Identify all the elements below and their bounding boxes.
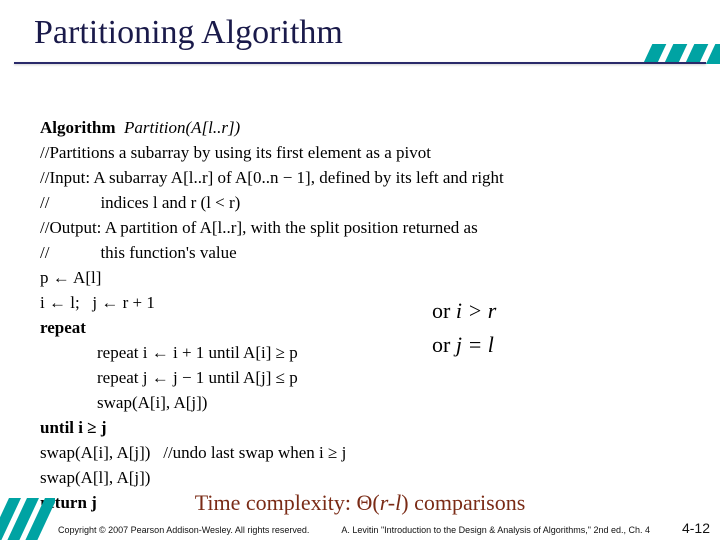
algo-line: //Partitions a subarray by using its fir… — [40, 143, 431, 162]
footer-citation: A. Levitin "Introduction to the Design &… — [309, 525, 682, 535]
algo-line: swap(A[l], A[j]) — [40, 468, 150, 487]
algo-line: //Output: A partition of A[l..r], with t… — [40, 218, 478, 237]
algo-signature: Algorithm Partition(A[l..r]) — [40, 118, 240, 137]
algo-line: // this function's value — [40, 243, 237, 262]
algo-line: p ← A[l] — [40, 268, 101, 287]
footer: Copyright © 2007 Pearson Addison-Wesley.… — [58, 520, 710, 536]
annotation-i-gt-r: or i > r — [432, 298, 496, 324]
algo-line: //Input: A subarray A[l..r] of A[0..n − … — [40, 168, 504, 187]
algo-line: repeat i ← i + 1 until A[i] ≥ p — [40, 340, 298, 365]
algorithm-block: Algorithm Partition(A[l..r]) //Partition… — [40, 90, 680, 515]
decor-stripes-top-right — [620, 44, 720, 64]
algo-line: repeat — [40, 318, 86, 337]
algo-line: swap(A[i], A[j]) //undo last swap when i… — [40, 443, 346, 462]
annotation-j-eq-l: or j = l — [432, 332, 494, 358]
algo-line: swap(A[i], A[j]) — [40, 390, 207, 415]
slide: Partitioning Algorithm Algorithm Partiti… — [0, 0, 720, 540]
slide-title: Partitioning Algorithm — [34, 14, 343, 52]
algo-line: i ← l; j ← r + 1 — [40, 293, 155, 312]
title-underline — [14, 62, 706, 64]
footer-page-number: 4-12 — [682, 520, 710, 536]
algo-line: repeat j ← j − 1 until A[j] ≤ p — [40, 365, 298, 390]
algo-line: // indices l and r (l < r) — [40, 193, 240, 212]
time-complexity: Time complexity: Θ(r-l) comparisons — [0, 490, 720, 516]
decor-stripes-bottom-left — [0, 498, 55, 540]
footer-copyright: Copyright © 2007 Pearson Addison-Wesley.… — [58, 525, 309, 535]
algo-line: until i ≥ j — [40, 418, 106, 437]
